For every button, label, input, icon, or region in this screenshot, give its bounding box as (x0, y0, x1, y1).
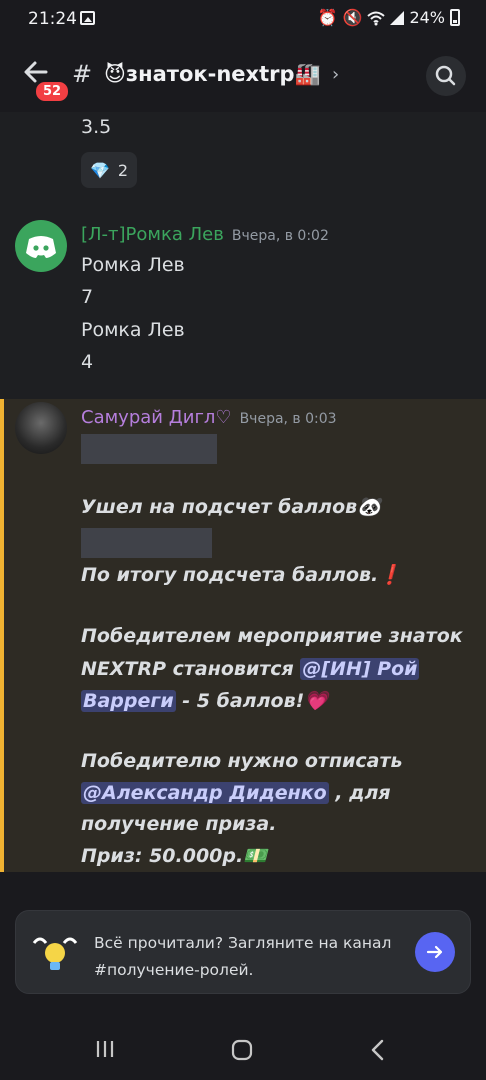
message-line: получение приза. (81, 813, 277, 835)
avatar[interactable] (15, 220, 67, 272)
battery-icon (450, 9, 460, 26)
unread-badge: 52 (34, 80, 71, 103)
gem-icon: 💎 (89, 160, 110, 180)
hash-icon: # (72, 60, 93, 88)
message-list[interactable]: 3.5 💎 2 [Л-т]Ромка Лев Вчера, в 0:02 Ромк… (0, 112, 486, 872)
timestamp: Вчера, в 0:03 (239, 411, 337, 427)
channel-header: 52 # 😈знаток-nextrp🏭 › (0, 40, 486, 112)
banner-text: Всё прочитали? Загляните на канал #получ… (94, 934, 392, 979)
message-header: Самурай Дигл♡ Вчера, в 0:03 (81, 407, 337, 428)
home-icon[interactable] (230, 1038, 254, 1062)
timestamp: Вчера, в 0:02 (231, 228, 329, 244)
message-text: NEXTRP становится (81, 658, 301, 680)
message-text: - 5 баллов!💗 (175, 690, 328, 712)
go-to-channel-button[interactable] (415, 932, 455, 972)
reaction-chip[interactable]: 💎 2 (81, 152, 137, 188)
hidden-embed-placeholder (81, 528, 212, 558)
message-line: Ромка Лев (81, 254, 185, 276)
message-samurai-highlighted: Самурай Дигл♡ Вчера, в 0:03 Ушел на подсч… (0, 399, 486, 872)
message-line: NEXTRP становится @[ИН] Рой (81, 658, 420, 680)
battery-percent: 24% (409, 8, 445, 27)
previous-message-text: 3.5 (81, 116, 112, 138)
recent-apps-icon[interactable] (94, 1038, 116, 1060)
author-name[interactable]: [Л-т]Ромка Лев (81, 224, 224, 245)
discord-logo-icon (26, 236, 56, 258)
reaction-count: 2 (117, 160, 129, 180)
arrow-right-icon (426, 945, 443, 959)
status-time: 21:24 (28, 9, 77, 29)
signal-icon (390, 10, 405, 25)
channel-suggestion-banner[interactable]: Всё прочитали? Загляните на канал #получ… (15, 910, 471, 994)
channel-name[interactable]: 😈знаток-nextrp🏭 (104, 62, 321, 87)
mute-icon: 🔇 (342, 8, 363, 27)
status-bar: 21:24 ⏰ 🔇 24% (0, 0, 486, 40)
user-mention[interactable]: @Александр Диденко (81, 782, 329, 804)
author-name[interactable]: Самурай Дигл♡ (81, 407, 232, 428)
message-line: 7 (81, 286, 94, 308)
user-mention[interactable]: Варреги (81, 690, 176, 712)
user-mention[interactable]: @[ИН] Рой (300, 658, 420, 680)
message-line: Победителю нужно отписать (81, 750, 403, 772)
chevron-right-icon[interactable]: › (332, 64, 339, 85)
message-line: Ушел на подсчет баллов🐼 (81, 496, 381, 518)
message-line: Варреги - 5 баллов!💗 (81, 689, 328, 712)
avatar[interactable] (15, 402, 67, 454)
message-text: , для (328, 782, 391, 804)
search-icon (435, 65, 456, 86)
message-line: 4 (81, 351, 94, 373)
status-icons: ⏰ 🔇 24% (318, 8, 460, 27)
hidden-embed-placeholder (81, 434, 217, 464)
search-button[interactable] (426, 56, 466, 96)
message-line: По итогу подсчета баллов.❗ (81, 564, 402, 586)
system-navigation-bar (0, 1020, 486, 1080)
message-line: Ромка Лев (81, 319, 185, 341)
system-back-icon[interactable] (368, 1038, 388, 1062)
wifi-icon (367, 11, 386, 25)
message-line: Победителем мероприятие знаток (81, 625, 463, 647)
lightbulb-icon (32, 937, 78, 970)
image-notification-icon (80, 11, 95, 25)
message-line: @Александр Диденко , для (81, 782, 391, 804)
message-header: [Л-т]Ромка Лев Вчера, в 0:02 (81, 224, 329, 245)
alarm-icon: ⏰ (317, 8, 338, 27)
message-line: Приз: 50.000р.💵 (81, 845, 267, 867)
message-romka: [Л-т]Ромка Лев Вчера, в 0:02 Ромка Лев 7 … (0, 212, 486, 382)
